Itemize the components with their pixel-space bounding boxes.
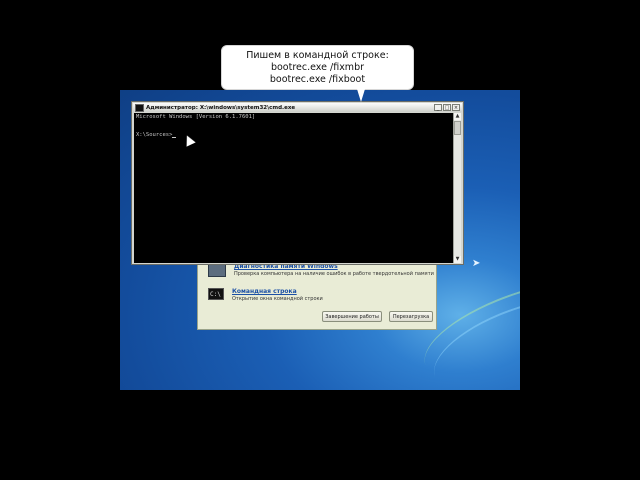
restart-button[interactable]: Перезагрузка (389, 311, 433, 322)
callout-line-2: bootrec.exe /fixmbr (270, 62, 365, 73)
scroll-down-arrow-icon[interactable]: ▼ (454, 256, 461, 263)
console-prompt-line: X:\Sources> (136, 132, 177, 138)
console-prompt: X:\Sources> (136, 132, 173, 138)
shutdown-button[interactable]: Завершение работы (322, 311, 382, 322)
scrollbar-thumb[interactable] (454, 121, 461, 135)
command-prompt-desc: Открытие окна командной строки (232, 296, 323, 302)
cmd-window-icon (135, 103, 144, 112)
memory-diagnostic-desc: Проверка компьютера на наличие ошибок в … (234, 271, 434, 277)
command-prompt-link[interactable]: Командная строка (232, 288, 323, 295)
maximize-button[interactable]: □ (443, 104, 451, 111)
console-version-line: Microsoft Windows [Version 6.1.7601] (136, 114, 256, 120)
console-output-area[interactable]: Microsoft Windows [Version 6.1.7601] X:\… (134, 113, 454, 263)
minimize-button[interactable]: _ (434, 104, 442, 111)
cmd-titlebar[interactable]: Администратор: X:\windows\system32\cmd.e… (133, 103, 462, 112)
scroll-up-arrow-icon[interactable]: ▲ (454, 113, 461, 120)
cmd-window[interactable]: Администратор: X:\windows\system32\cmd.e… (131, 101, 464, 265)
callout-line-3: bootrec.exe /fixboot (269, 74, 366, 85)
vertical-scrollbar[interactable]: ▲ ▼ (453, 113, 461, 263)
instruction-callout: Пишем в командной строке: bootrec.exe /f… (221, 45, 414, 90)
callout-line-1: Пишем в командной строке: (246, 50, 389, 61)
command-prompt-item[interactable]: C:\ Командная строка Открытие окна коман… (208, 288, 323, 302)
windows-bird-icon: ➤ (472, 258, 481, 269)
memory-diagnostic-icon (208, 263, 226, 277)
recovery-options-window: Диагностика памяти Windows Проверка комп… (197, 258, 437, 330)
memory-diagnostic-item[interactable]: Диагностика памяти Windows Проверка комп… (208, 263, 434, 277)
close-button[interactable]: × (452, 104, 460, 111)
command-prompt-icon: C:\ (208, 288, 224, 300)
window-controls: _ □ × (434, 104, 460, 111)
cmd-window-title: Администратор: X:\windows\system32\cmd.e… (146, 104, 296, 111)
callout-tail (357, 89, 365, 102)
text-cursor (172, 137, 177, 138)
